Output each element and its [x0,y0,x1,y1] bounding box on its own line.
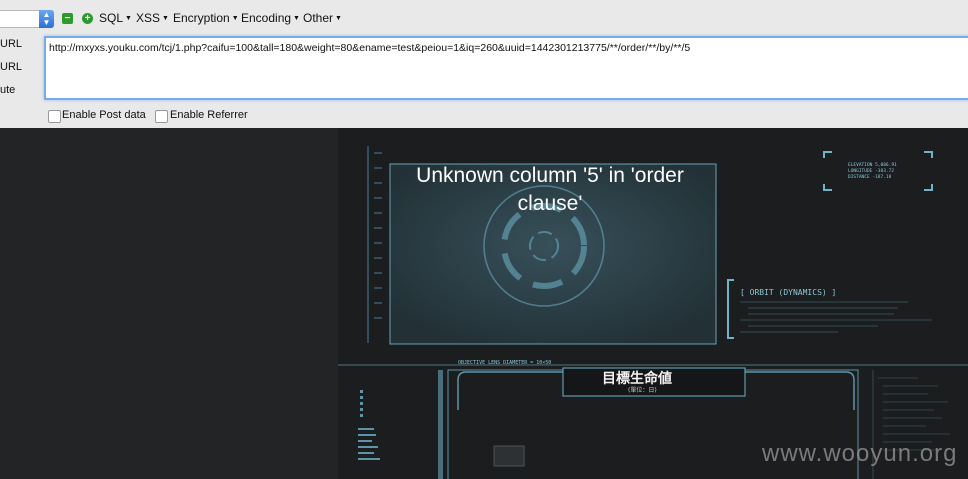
enable-referrer-checkbox[interactable] [155,110,168,123]
menu-encoding[interactable]: Encoding ▼ [241,11,300,25]
menu-other[interactable]: Other ▼ [303,11,342,25]
menu-encryption[interactable]: Encryption ▼ [173,11,239,25]
hud-cjk-title: 目標生命値 [602,370,672,387]
watermark-text: www.wooyun.org [762,440,958,467]
enable-post-label: Enable Post data [62,109,146,121]
execute-label: ute [0,84,16,96]
menu-xss[interactable]: XSS ▼ [136,11,169,25]
svg-text:LONGITUDE -383.72: LONGITUDE -383.72 [848,168,894,174]
plus-icon[interactable]: + [82,13,93,24]
hackbar-toolbar: ▲ ▼ − + SQL ▼ XSS ▼ Encryption ▼ Encoding ▼ O… [0,0,968,128]
minus-icon[interactable]: − [62,13,73,24]
svg-text:ELEVATION 5,086.91: ELEVATION 5,086.91 [848,162,897,168]
hud-cjk-sub: (單位：日) [628,386,657,394]
load-url-label: URL [0,38,23,50]
caret-down-icon: ▼ [231,15,239,22]
url-textarea[interactable]: http://mxyxs.youku.com/tcj/1.php?caifu=1… [44,36,968,100]
menu-encryption-label: Encryption [173,11,230,25]
sql-error-message: Unknown column '5' in 'order clause' [416,164,684,215]
menu-encoding-label: Encoding [241,11,292,25]
menu-sql-label: SQL [99,11,124,25]
url-value: http://mxyxs.youku.com/tcj/1.php?caifu=1… [49,42,691,54]
action-select[interactable]: ▲ ▼ [0,10,54,28]
hud-readout: ELEVATION 5,086.91 LONGITUDE -383.72 DIS… [848,162,897,180]
caret-down-icon: ▼ [335,15,342,22]
load-url-button[interactable]: URL [0,38,22,50]
menu-other-label: Other [303,11,334,25]
toolbar-row: ▲ ▼ − + SQL ▼ XSS ▼ Encryption ▼ Encoding ▼ O… [0,8,968,30]
hud-lens-text: OBJECTIVE LENS DIAMETER = 10×50 [458,360,551,366]
caret-down-icon: ▼ [293,15,300,22]
select-arrows-icon: ▲ ▼ [39,10,54,28]
menu-sql[interactable]: SQL ▼ [99,11,132,25]
split-url-label: URL [0,61,23,73]
enable-referrer-label: Enable Referrer [170,109,248,121]
svg-text:DISTANCE -187.18: DISTANCE -187.18 [848,174,892,180]
enable-post-checkbox[interactable] [48,110,61,123]
hud-orbit-title: [ ORBIT (DYNAMICS) ] [740,288,836,297]
caret-down-icon: ▼ [125,15,132,22]
split-url-button[interactable]: URL [0,61,22,73]
execute-button[interactable]: ute [0,84,15,96]
caret-down-icon: ▼ [162,15,169,22]
menu-xss-label: XSS [136,11,161,25]
